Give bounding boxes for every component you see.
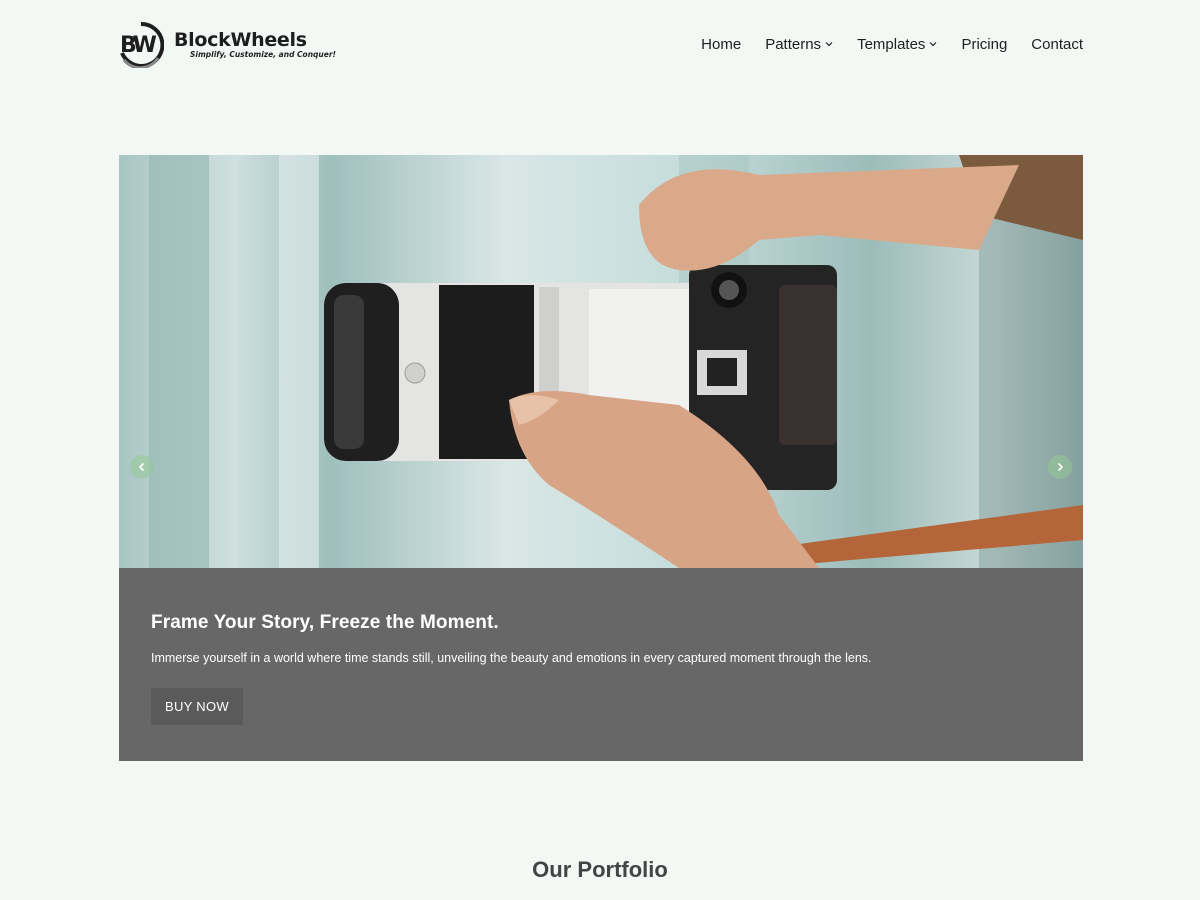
chevron-right-icon (1057, 462, 1064, 472)
slider-next-button[interactable] (1048, 455, 1072, 479)
nav-item-templates[interactable]: Templates (857, 36, 937, 53)
hero-title: Frame Your Story, Freeze the Moment. (151, 612, 499, 633)
slider-prev-button[interactable] (130, 455, 154, 479)
site-logo[interactable]: BW BlockWheels Simplify, Customize, and … (118, 22, 336, 68)
logo-mark-icon: BW (120, 22, 164, 68)
nav-item-patterns[interactable]: Patterns (765, 36, 833, 53)
hero-slider (119, 155, 1083, 568)
brand-name: BlockWheels (174, 29, 307, 51)
nav-item-home[interactable]: Home (701, 36, 741, 53)
portfolio-title: Our Portfolio (532, 857, 668, 882)
nav-item-pricing[interactable]: Pricing (961, 36, 1007, 53)
site-header: BW BlockWheels Simplify, Customize, and … (118, 22, 1083, 68)
nav-item-contact[interactable]: Contact (1031, 36, 1083, 53)
chevron-down-icon (825, 42, 833, 47)
hero-caption: Frame Your Story, Freeze the Moment. Imm… (119, 568, 1083, 761)
hero-camera-image (149, 155, 1083, 568)
brand-tagline: Simplify, Customize, and Conquer! (190, 50, 336, 59)
buy-now-button[interactable]: BUY NOW (151, 688, 243, 725)
svg-text:BW: BW (120, 33, 157, 58)
hero-text: Immerse yourself in a world where time s… (151, 651, 872, 665)
chevron-left-icon (138, 462, 145, 472)
main-nav: Home Patterns Templates Pricing Contact (701, 36, 1083, 53)
chevron-down-icon (930, 42, 937, 47)
